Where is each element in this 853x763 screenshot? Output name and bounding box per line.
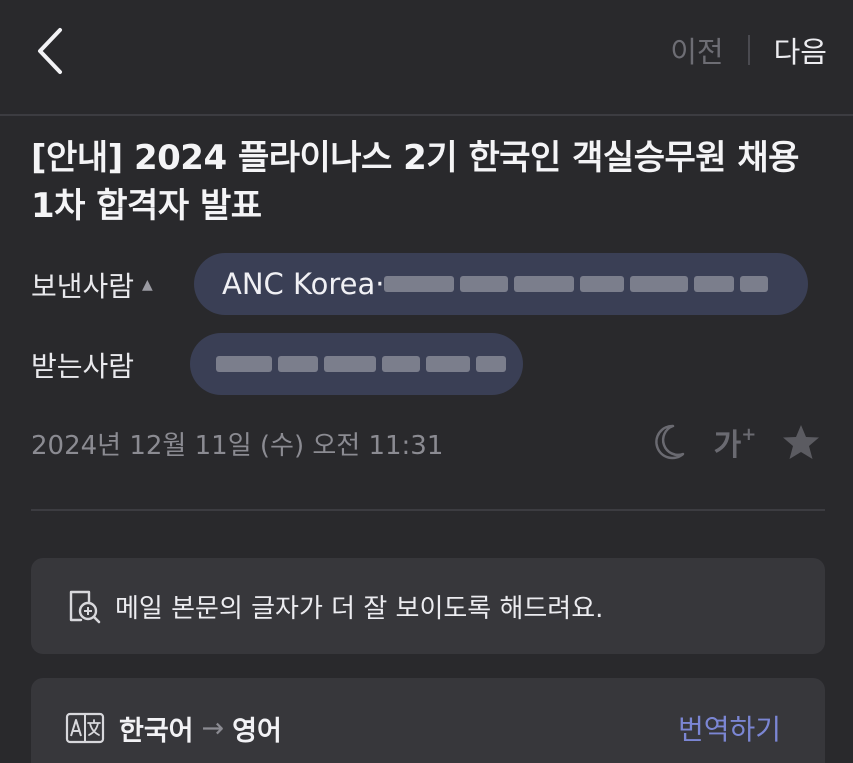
zoom-document-icon xyxy=(69,590,101,624)
translate-icon xyxy=(65,712,105,744)
prev-next-nav: 이전 다음 xyxy=(670,30,827,70)
recipient-chip[interactable] xyxy=(190,333,523,395)
header-divider xyxy=(31,509,825,511)
next-mail-button[interactable]: 다음 xyxy=(774,29,827,71)
mail-date: 2024년 12월 11일 (수) 오전 11:31 xyxy=(31,431,444,461)
font-size-button[interactable]: 가 + xyxy=(713,420,757,464)
dark-mode-button[interactable] xyxy=(647,420,691,464)
text-zoom-banner[interactable]: 메일 본문의 글자가 더 잘 보이도록 해드려요. xyxy=(31,558,825,654)
font-size-plus: + xyxy=(741,423,757,445)
prev-mail-button[interactable]: 이전 xyxy=(670,29,723,71)
mail-tools: 가 + xyxy=(625,420,823,464)
favorite-button[interactable] xyxy=(779,420,823,464)
arrow-right-icon: → xyxy=(201,712,225,744)
sender-label: 보낸사람 xyxy=(31,270,135,303)
recipient-address-redacted xyxy=(216,353,512,375)
sender-address-redacted xyxy=(384,273,774,295)
moon-icon xyxy=(655,424,685,460)
language-pair[interactable]: 한국어 → 영어 xyxy=(119,709,282,748)
back-button[interactable] xyxy=(30,22,78,80)
chevron-left-icon xyxy=(38,28,62,74)
font-size-icon: 가 xyxy=(713,428,742,463)
caret-up-icon: ▲ xyxy=(142,277,153,293)
translate-banner: 한국어 → 영어 번역하기 xyxy=(31,678,825,763)
star-icon xyxy=(783,425,819,459)
translate-button[interactable]: 번역하기 xyxy=(678,708,781,748)
source-language: 한국어 xyxy=(119,715,194,747)
mail-subject: [안내] 2024 플라이나스 2기 한국인 객실승무원 채용 1차 합격자 발… xyxy=(31,138,799,226)
sender-chip[interactable]: ANC Korea· xyxy=(194,253,808,315)
sender-row-label[interactable]: 보낸사람 ▲ xyxy=(31,265,153,305)
recipient-label: 받는사람 xyxy=(31,350,135,383)
text-zoom-message: 메일 본문의 글자가 더 잘 보이도록 해드려요. xyxy=(115,593,604,624)
top-nav-bar: 이전 다음 xyxy=(0,0,853,116)
sender-name: ANC Korea· xyxy=(222,267,385,301)
mail-view-screen: 이전 다음 [안내] 2024 플라이나스 2기 한국인 객실승무원 채용 1차… xyxy=(0,0,853,763)
nav-divider xyxy=(747,35,750,65)
target-language: 영어 xyxy=(232,715,282,747)
